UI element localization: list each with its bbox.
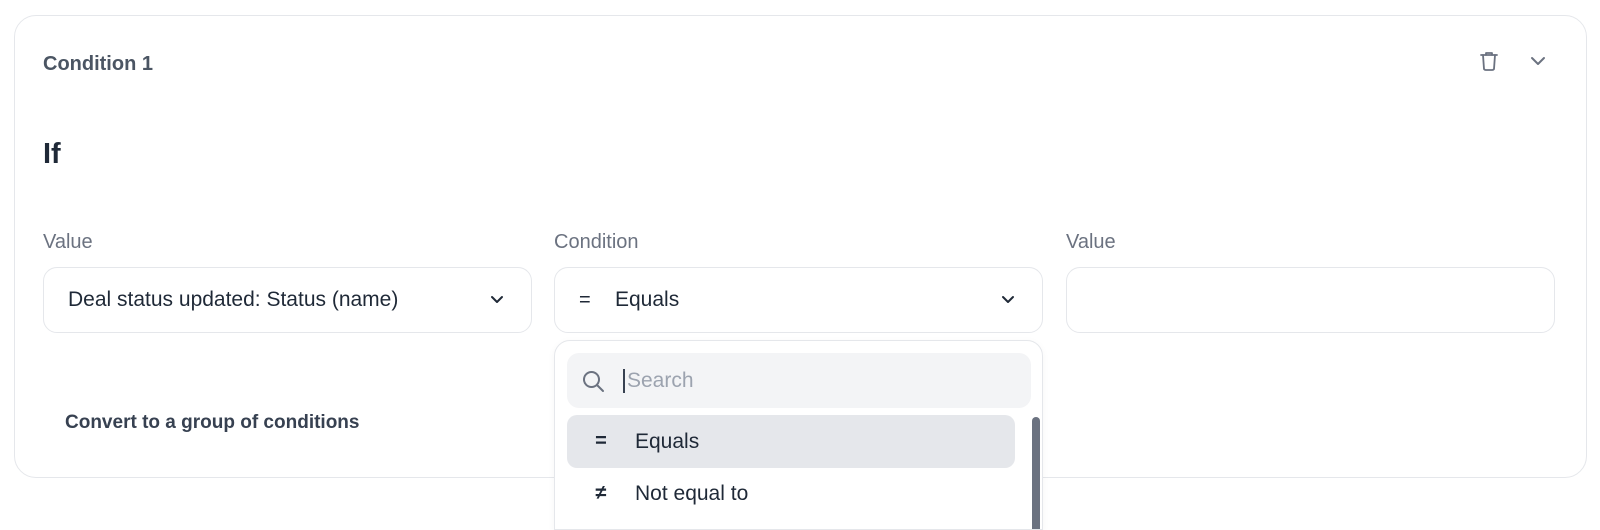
right-value-label: Value — [1066, 231, 1116, 253]
not-equal-symbol: ≠ — [595, 482, 607, 504]
option-equals[interactable]: = Equals — [567, 415, 1015, 468]
trash-icon — [1479, 50, 1499, 77]
if-heading: If — [43, 138, 61, 170]
right-value-input[interactable] — [1066, 267, 1555, 333]
condition-select[interactable]: = Equals — [554, 267, 1043, 333]
equals-symbol: = — [595, 430, 607, 452]
chevron-down-icon — [998, 290, 1018, 310]
left-value-label: Value — [43, 231, 93, 253]
dropdown-search — [567, 353, 1031, 408]
option-label: Equals — [635, 429, 700, 453]
dropdown-scrollbar[interactable] — [1032, 417, 1040, 529]
delete-condition-button[interactable] — [1474, 48, 1504, 78]
chevron-down-icon — [1529, 54, 1547, 72]
condition-dropdown-menu: = Equals ≠ Not equal to — [554, 340, 1043, 530]
option-not-equal-to[interactable]: ≠ Not equal to — [567, 467, 1015, 520]
collapse-condition-button[interactable] — [1523, 48, 1553, 78]
condition-title: Condition 1 — [43, 53, 153, 75]
search-input[interactable] — [623, 368, 1003, 393]
condition-selected: Equals — [615, 288, 680, 311]
chevron-down-icon — [487, 290, 507, 310]
condition-label: Condition — [554, 231, 639, 253]
search-icon — [579, 367, 607, 395]
convert-to-group-link[interactable]: Convert to a group of conditions — [65, 412, 359, 434]
left-value-select[interactable]: Deal status updated: Status (name) — [43, 267, 532, 333]
condition-selected-symbol: = — [579, 288, 591, 311]
left-value-selected: Deal status updated: Status (name) — [68, 288, 399, 311]
option-label: Not equal to — [635, 481, 749, 505]
